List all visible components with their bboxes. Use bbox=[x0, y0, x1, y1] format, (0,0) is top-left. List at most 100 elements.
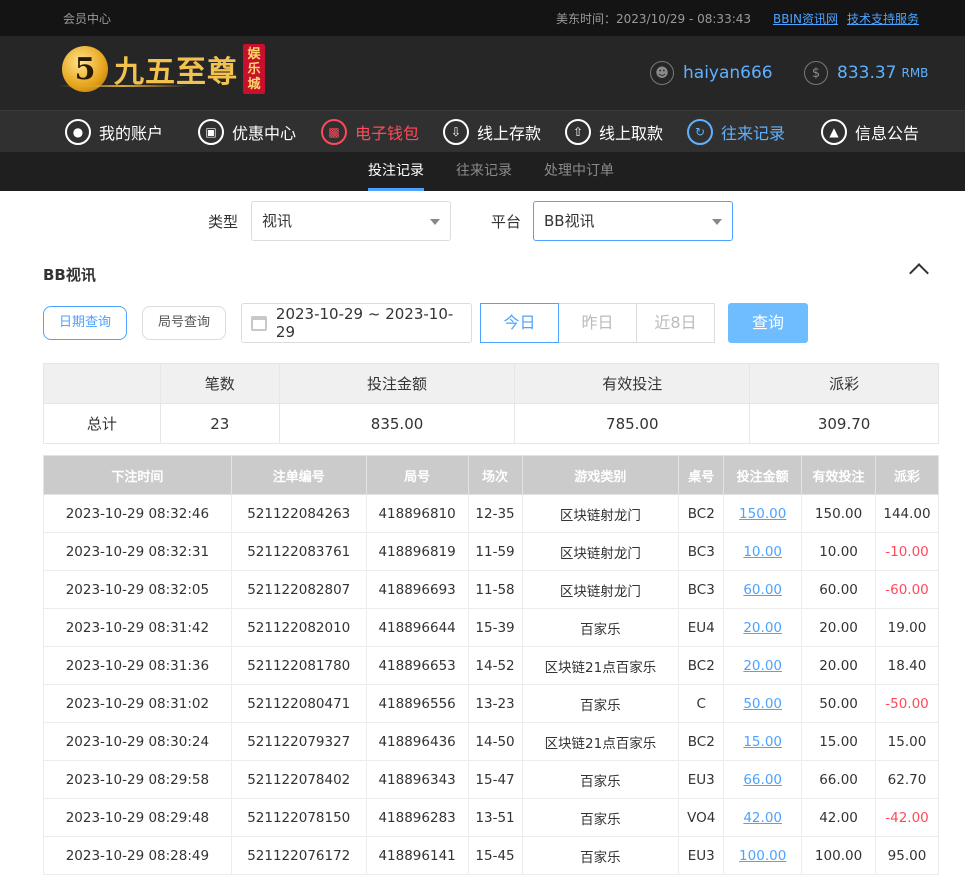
username: haiyan666 bbox=[683, 63, 773, 83]
nav-online-deposit[interactable]: ⇩ 线上存款 bbox=[443, 111, 541, 153]
table-cell: 2023-10-29 08:32:05 bbox=[43, 570, 232, 609]
last-8-days-button[interactable]: 近8日 bbox=[636, 303, 715, 343]
bet-amount-link[interactable]: 150.00 bbox=[723, 494, 803, 533]
table-cell: EU4 bbox=[678, 608, 725, 647]
bet-amount-link[interactable]: 42.00 bbox=[723, 798, 803, 837]
nav-label: 线上存款 bbox=[477, 123, 542, 143]
column-header: 局号 bbox=[365, 455, 469, 495]
nav-promotions[interactable]: ▣ 优惠中心 bbox=[198, 111, 296, 153]
table-cell: C bbox=[678, 684, 725, 723]
query-button[interactable]: 查询 bbox=[728, 303, 808, 343]
table-cell: EU3 bbox=[678, 760, 725, 799]
table-row: 2023-10-29 08:31:02 521122080471 418896556… bbox=[43, 684, 939, 723]
table-cell: 15.00 bbox=[801, 722, 876, 761]
table-cell: 百家乐 bbox=[521, 684, 680, 723]
table-cell: 42.00 bbox=[801, 798, 876, 837]
bell-icon: ▲ bbox=[821, 118, 847, 145]
sub-nav: 投注记录 往来记录 处理中订单 bbox=[0, 152, 965, 191]
table-cell: 15-47 bbox=[467, 760, 523, 799]
chevron-up-icon[interactable] bbox=[909, 263, 929, 283]
summary-header: 笔数 bbox=[159, 363, 280, 404]
bet-amount-link[interactable]: 50.00 bbox=[723, 684, 803, 723]
table-cell: 15-39 bbox=[467, 608, 523, 647]
table-cell: 百家乐 bbox=[521, 608, 680, 647]
yesterday-button[interactable]: 昨日 bbox=[558, 303, 637, 343]
table-cell: 150.00 bbox=[801, 494, 876, 533]
table-cell: BC2 bbox=[678, 646, 725, 685]
table-cell: 66.00 bbox=[801, 760, 876, 799]
table-cell: 2023-10-29 08:31:36 bbox=[43, 646, 232, 685]
table-cell: 11-58 bbox=[467, 570, 523, 609]
eastern-time: 美东时间：2023/10/29 - 08:33:43 bbox=[556, 11, 752, 26]
nav-e-wallet[interactable]: ▩ 电子钱包 bbox=[321, 111, 419, 153]
type-select[interactable]: 视讯 bbox=[251, 201, 451, 241]
nav-label: 优惠中心 bbox=[232, 123, 297, 143]
table-cell: -50.00 bbox=[875, 684, 939, 723]
summary-cell: 309.70 bbox=[749, 403, 939, 444]
calendar-icon bbox=[251, 315, 267, 331]
nav-online-withdraw[interactable]: ⇧ 线上取款 bbox=[565, 111, 663, 153]
summary-header: 派彩 bbox=[749, 363, 939, 404]
logo-badge: 娱乐城 bbox=[243, 44, 265, 94]
withdraw-icon: ⇧ bbox=[565, 118, 591, 145]
nav-my-account[interactable]: ● 我的账户 bbox=[65, 111, 163, 153]
tab-bet-records[interactable]: 投注记录 bbox=[368, 152, 424, 191]
chevron-down-icon bbox=[430, 219, 440, 225]
bbin-news-link[interactable]: BBIN资讯网 bbox=[773, 10, 838, 27]
table-cell: 521122083761 bbox=[230, 532, 367, 571]
table-cell: VO4 bbox=[678, 798, 725, 837]
bet-amount-link[interactable]: 10.00 bbox=[723, 532, 803, 571]
table-cell: 2023-10-29 08:31:02 bbox=[43, 684, 232, 723]
column-header: 场次 bbox=[467, 455, 523, 495]
table-cell: 60.00 bbox=[801, 570, 876, 609]
table-cell: 15.00 bbox=[875, 722, 939, 761]
nav-label: 信息公告 bbox=[855, 123, 920, 143]
user-info[interactable]: ☻ haiyan666 bbox=[650, 61, 773, 85]
table-cell: 2023-10-29 08:28:49 bbox=[43, 836, 232, 875]
table-cell: 418896343 bbox=[365, 760, 469, 799]
tab-transaction-records[interactable]: 往来记录 bbox=[456, 152, 512, 191]
top-bar: 会员中心 美东时间：2023/10/29 - 08:33:43 BBIN资讯网 … bbox=[0, 0, 965, 36]
bet-amount-link[interactable]: 15.00 bbox=[723, 722, 803, 761]
round-query-button[interactable]: 局号查询 bbox=[142, 306, 226, 340]
table-cell: 418896644 bbox=[365, 608, 469, 647]
balance-amount: 833.37 bbox=[837, 63, 897, 83]
column-header: 游戏类别 bbox=[521, 455, 680, 495]
currency: RMB bbox=[901, 66, 929, 80]
nav-announcements[interactable]: ▲ 信息公告 bbox=[821, 111, 919, 153]
table-cell: 521122080471 bbox=[230, 684, 367, 723]
bet-amount-link[interactable]: 100.00 bbox=[723, 836, 803, 875]
type-label: 类型 bbox=[208, 213, 239, 231]
date-range-picker[interactable]: 2023-10-29 ~ 2023-10-29 bbox=[241, 303, 472, 343]
summary-cell: 总计 bbox=[43, 403, 161, 444]
table-cell: 521122082010 bbox=[230, 608, 367, 647]
platform-select[interactable]: BB视讯 bbox=[533, 201, 733, 241]
tech-support-link[interactable]: 技术支持服务 bbox=[847, 10, 919, 27]
bet-amount-link[interactable]: 20.00 bbox=[723, 608, 803, 647]
type-select-value: 视讯 bbox=[262, 212, 293, 230]
table-cell: 百家乐 bbox=[521, 798, 680, 837]
table-row: 2023-10-29 08:29:48 521122078150 418896283… bbox=[43, 798, 939, 837]
wallet-icon: ▩ bbox=[321, 118, 347, 145]
today-button[interactable]: 今日 bbox=[480, 303, 559, 343]
table-cell: BC2 bbox=[678, 494, 725, 533]
date-query-button[interactable]: 日期查询 bbox=[43, 306, 127, 340]
table-cell: 418896693 bbox=[365, 570, 469, 609]
table-cell: BC3 bbox=[678, 532, 725, 571]
tab-pending-orders[interactable]: 处理中订单 bbox=[544, 152, 614, 191]
gift-icon: ▣ bbox=[198, 118, 224, 145]
nav-transaction-records[interactable]: ↻ 往来记录 bbox=[687, 111, 785, 153]
member-center-label: 会员中心 bbox=[63, 11, 112, 26]
table-cell: 2023-10-29 08:29:58 bbox=[43, 760, 232, 799]
bet-amount-link[interactable]: 66.00 bbox=[723, 760, 803, 799]
table-cell: 区块链21点百家乐 bbox=[521, 646, 680, 685]
bet-amount-link[interactable]: 60.00 bbox=[723, 570, 803, 609]
main-nav: ● 我的账户 ▣ 优惠中心 ▩ 电子钱包 ⇩ 线上存款 ⇧ 线上取款 ↻ 往来记… bbox=[0, 110, 965, 152]
table-cell: 418896653 bbox=[365, 646, 469, 685]
table-row: 2023-10-29 08:32:05 521122082807 418896693… bbox=[43, 570, 939, 609]
table-cell: 50.00 bbox=[801, 684, 876, 723]
bet-amount-link[interactable]: 20.00 bbox=[723, 646, 803, 685]
table-cell: EU3 bbox=[678, 836, 725, 875]
table-cell: 19.00 bbox=[875, 608, 939, 647]
column-header: 注单编号 bbox=[230, 455, 367, 495]
